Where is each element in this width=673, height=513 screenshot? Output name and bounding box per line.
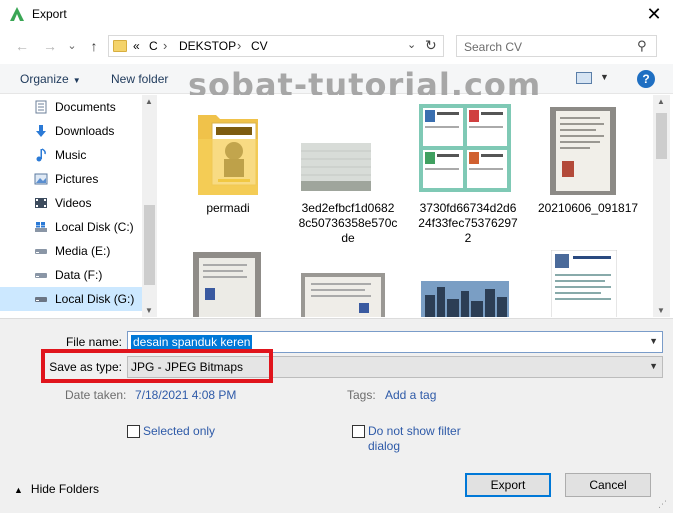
file-name-label: File name:: [65, 335, 122, 349]
file-name-label: 3ed2efbcf1d0682 8c50736358e570c de: [298, 201, 398, 245]
navigation-pane: Documents Downloads Music Pictures Video…: [0, 95, 157, 317]
selected-only-checkbox[interactable]: [127, 425, 140, 438]
sidebar-item-label: Local Disk (C:): [55, 220, 134, 234]
sidebar-item-label: Pictures: [55, 172, 99, 186]
sidebar-item-label: Downloads: [55, 124, 115, 138]
file-name-label: 3730fd66734d2d6 24f33fec75376297 2: [418, 201, 518, 245]
app-logo-icon: [10, 7, 24, 21]
back-arrow-icon[interactable]: ←: [12, 36, 32, 56]
sidebar-item-label: Local Disk (G:): [55, 292, 135, 306]
tags-label: Tags:: [347, 388, 376, 402]
file-list-scrollbar[interactable]: ▲ ▼: [653, 95, 670, 317]
drive-icon: [35, 249, 47, 254]
recent-locations-dropdown-icon[interactable]: ⌄: [62, 36, 82, 56]
add-tag-link[interactable]: Add a tag: [385, 388, 436, 402]
address-bar[interactable]: « C › DEKSTOP › CV ⌄ ↻: [108, 35, 444, 57]
folder-thumbnail: [198, 115, 258, 195]
videos-icon: [35, 198, 47, 208]
sidebar-item-label: Music: [55, 148, 87, 162]
drive-icon: [35, 297, 47, 302]
title-bar: Export ✕: [0, 0, 673, 30]
image-thumbnail: [193, 252, 261, 317]
export-button[interactable]: Export: [465, 473, 551, 497]
date-taken-value[interactable]: 7/18/2021 4:08 PM: [135, 388, 236, 402]
view-options-icon[interactable]: [576, 72, 592, 84]
breadcrumb-separator[interactable]: ›: [163, 38, 167, 53]
view-options-dropdown-icon[interactable]: ▼: [600, 72, 609, 82]
documents-icon: [35, 100, 47, 114]
forward-arrow-icon[interactable]: →: [40, 36, 60, 56]
breadcrumb-cv[interactable]: CV: [251, 39, 268, 53]
scroll-up-icon[interactable]: ▲: [145, 97, 153, 106]
search-placeholder: Search CV: [464, 40, 523, 54]
breadcrumb-dekstop[interactable]: DEKSTOP: [179, 39, 236, 53]
file-name-label: permadi: [206, 201, 250, 215]
close-button[interactable]: ✕: [641, 2, 667, 26]
save-form-panel: File name: desain spanduk keren ▼ Save a…: [0, 318, 673, 513]
sidebar-item-local-disk-g[interactable]: Local Disk (G:): [0, 287, 142, 311]
breadcrumb-overflow[interactable]: «: [133, 39, 140, 53]
refresh-icon[interactable]: ↻: [425, 37, 437, 54]
help-icon[interactable]: ?: [637, 70, 655, 88]
image-thumbnail: [421, 281, 509, 317]
file-name-label: 20210606_091817: [537, 201, 639, 215]
no-filter-dialog-label[interactable]: Do not show filter dialog: [368, 424, 461, 454]
windows-drive-icon: [35, 222, 47, 232]
organize-button[interactable]: Organize ▼: [20, 72, 81, 86]
sidebar-item-videos[interactable]: Videos: [0, 191, 142, 215]
scrollbar-thumb[interactable]: [656, 113, 667, 159]
sidebar-item-media-e[interactable]: Media (E:): [0, 239, 142, 263]
image-thumbnail: [550, 107, 616, 195]
window-title: Export: [32, 7, 67, 21]
scroll-down-icon[interactable]: ▼: [657, 306, 665, 315]
sidebar-scrollbar[interactable]: ▲ ▼: [142, 95, 157, 317]
sidebar-item-label: Data (F:): [55, 268, 103, 282]
sidebar-item-music[interactable]: Music: [0, 143, 142, 167]
up-arrow-icon[interactable]: ↑: [84, 36, 104, 56]
sidebar-item-label: Documents: [55, 100, 116, 114]
pictures-icon: [34, 173, 48, 185]
folder-icon: [113, 40, 127, 52]
no-filter-dialog-checkbox[interactable]: [352, 425, 365, 438]
highlight-annotation-box: [41, 349, 273, 383]
music-icon: [36, 148, 46, 162]
resize-grip-icon[interactable]: ⋰: [658, 499, 667, 510]
scrollbar-thumb[interactable]: [144, 205, 155, 285]
date-taken-label: Date taken:: [65, 388, 127, 402]
image-thumbnail: [551, 250, 617, 317]
chevron-down-icon[interactable]: ▼: [649, 336, 658, 346]
address-dropdown-icon[interactable]: ⌄: [407, 38, 416, 51]
sidebar-item-label: Media (E:): [55, 244, 111, 258]
navigation-bar: ← → ⌄ ↑ « C › DEKSTOP › CV ⌄ ↻ Search CV…: [0, 32, 673, 62]
scroll-up-icon[interactable]: ▲: [657, 97, 665, 106]
caret-down-icon: ▼: [72, 76, 81, 85]
cancel-button[interactable]: Cancel: [565, 473, 651, 497]
sidebar-item-data-f[interactable]: Data (F:): [0, 263, 142, 287]
sidebar-item-documents[interactable]: Documents: [0, 95, 142, 119]
scroll-down-icon[interactable]: ▼: [145, 306, 153, 315]
image-thumbnail: [301, 143, 371, 191]
hide-folders-button[interactable]: ▲ Hide Folders: [14, 482, 99, 496]
drive-icon: [35, 273, 47, 278]
sidebar-item-pictures[interactable]: Pictures: [0, 167, 142, 191]
search-input[interactable]: Search CV ⚲: [456, 35, 657, 57]
image-thumbnail: [419, 104, 511, 192]
sidebar-item-downloads[interactable]: Downloads: [0, 119, 142, 143]
chevron-down-icon[interactable]: ▼: [649, 361, 658, 371]
file-name-value: desain spanduk keren: [131, 335, 253, 350]
image-thumbnail: [301, 273, 385, 317]
file-list: permadi 3ed2efbcf1d0682 8c50736358e570c …: [158, 95, 653, 317]
selected-only-label[interactable]: Selected only: [143, 424, 215, 439]
new-folder-button[interactable]: New folder: [111, 72, 168, 86]
sidebar-item-local-disk-c[interactable]: Local Disk (C:): [0, 215, 142, 239]
downloads-icon: [36, 125, 46, 137]
breadcrumb-c[interactable]: C: [149, 39, 158, 53]
search-icon[interactable]: ⚲: [637, 38, 647, 54]
breadcrumb-separator[interactable]: ›: [237, 38, 241, 53]
sidebar-item-label: Videos: [55, 196, 92, 210]
chevron-up-icon: ▲: [14, 485, 23, 495]
